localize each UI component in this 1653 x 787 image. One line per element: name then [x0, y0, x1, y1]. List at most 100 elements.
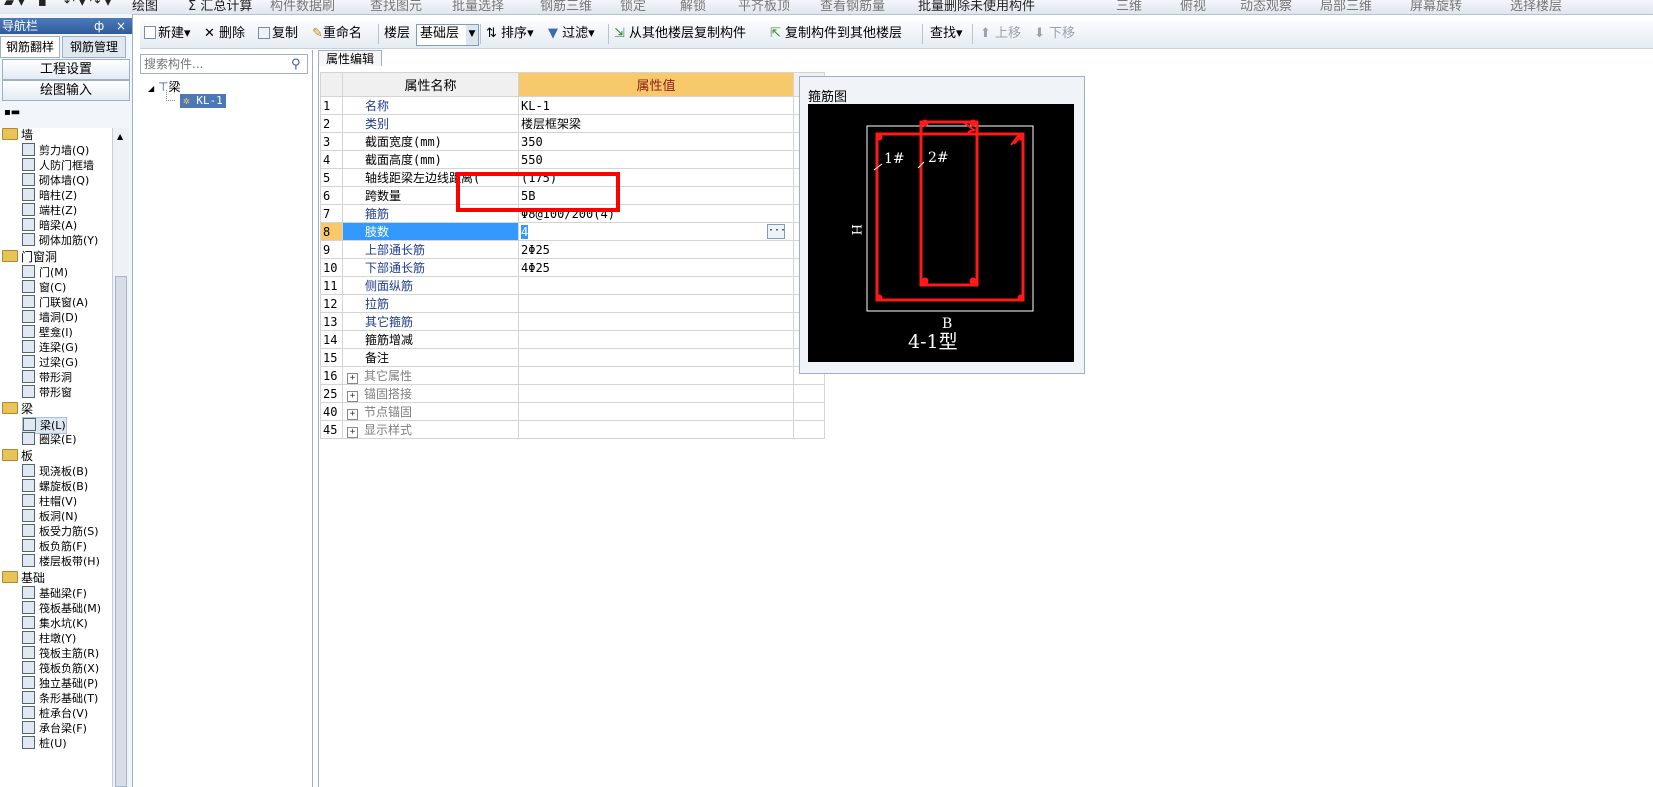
- property-value[interactable]: 4 ···: [518, 222, 794, 241]
- property-row[interactable]: 16 + 其它属性: [320, 366, 825, 385]
- find-element-button[interactable]: 查找图元: [370, 0, 422, 14]
- nav-item[interactable]: 楼层板带(H): [22, 554, 100, 569]
- nav-item[interactable]: 带形窗: [22, 385, 72, 400]
- nav-item[interactable]: 暗柱(Z): [22, 188, 77, 203]
- pin-icon[interactable]: ф: [94, 18, 104, 34]
- expand-icon[interactable]: +: [347, 373, 358, 384]
- view-rebar-qty-button[interactable]: 查看钢筋量: [820, 0, 885, 14]
- nav-category[interactable]: 板: [2, 449, 33, 464]
- property-value[interactable]: [518, 312, 794, 331]
- local-3d-button[interactable]: 局部三维: [1320, 0, 1372, 14]
- nav-item[interactable]: 过梁(G): [22, 355, 78, 370]
- lock-button[interactable]: 锁定: [620, 0, 646, 14]
- align-slab-top-button[interactable]: 平齐板顶: [738, 0, 790, 14]
- file-open-icon[interactable]: ▰ ▾: [4, 0, 25, 10]
- search-icon[interactable]: ⚲: [291, 57, 301, 72]
- sort-button[interactable]: ⇅ 排序▾: [486, 25, 534, 43]
- nav-item[interactable]: 筏板负筋(X): [22, 661, 99, 676]
- nav-category[interactable]: 墙: [2, 128, 33, 143]
- tree-toggle-icon[interactable]: ▪▬: [4, 108, 24, 118]
- property-row[interactable]: 12 拉筋: [320, 294, 825, 313]
- nav-item[interactable]: 柱墩(Y): [22, 631, 76, 646]
- draw-input-button[interactable]: 绘图输入: [2, 80, 130, 101]
- nav-item[interactable]: 端柱(Z): [22, 203, 77, 218]
- property-value[interactable]: 550: [518, 150, 794, 169]
- copy-from-floor-button[interactable]: ⇲ 从其他楼层复制构件: [614, 25, 746, 43]
- nav-category[interactable]: 门窗洞: [2, 250, 57, 265]
- project-settings-button[interactable]: 工程设置: [2, 59, 130, 80]
- property-value[interactable]: 350: [518, 132, 794, 151]
- copy-to-floor-button[interactable]: ⇱ 复制构件到其他楼层: [770, 25, 902, 43]
- property-row[interactable]: 13 其它箍筋: [320, 312, 825, 331]
- property-row[interactable]: 40 + 节点锚固: [320, 402, 825, 421]
- tab-rebar-layout[interactable]: 钢筋翻样: [0, 36, 60, 58]
- property-row[interactable]: 8 肢数 4 ···: [320, 222, 825, 241]
- view-3d-select[interactable]: 三维: [1116, 0, 1142, 14]
- top-view-button[interactable]: 俯视: [1180, 0, 1206, 14]
- nav-item[interactable]: 砌体加筋(Y): [22, 233, 98, 248]
- property-row[interactable]: 11 侧面纵筋: [320, 276, 825, 295]
- scroll-thumb[interactable]: [115, 276, 127, 787]
- property-row[interactable]: 1 名称 KL-1: [320, 96, 825, 115]
- tree-node-kl1[interactable]: ✲ KL-1: [180, 94, 226, 108]
- undo-icon[interactable]: ↶ ▾ ↷ ▾: [64, 0, 111, 10]
- nav-item[interactable]: 板受力筋(S): [22, 524, 99, 539]
- nav-item[interactable]: 板负筋(F): [22, 539, 87, 554]
- ellipsis-button[interactable]: ···: [767, 224, 786, 239]
- unlock-button[interactable]: 解锁: [680, 0, 706, 14]
- select-floor-button[interactable]: 选择楼层: [1510, 0, 1562, 14]
- find-button[interactable]: 查找▾: [930, 25, 963, 43]
- move-up-button[interactable]: ⬆ 上移: [980, 25, 1021, 43]
- nav-item[interactable]: 桩承台(V): [22, 706, 88, 721]
- expand-icon[interactable]: +: [347, 409, 358, 420]
- rename-button[interactable]: ✎重命名: [312, 25, 362, 43]
- property-value[interactable]: KL-1: [518, 96, 794, 115]
- property-value[interactable]: [518, 276, 794, 295]
- draw-button[interactable]: 绘图: [132, 0, 158, 14]
- property-row[interactable]: 9 上部通长筋 2Φ25: [320, 240, 825, 259]
- property-value[interactable]: 2Φ25: [518, 240, 794, 259]
- nav-item[interactable]: 带形洞: [22, 370, 72, 385]
- nav-item[interactable]: 砌体墙(Q): [22, 173, 89, 188]
- nav-item[interactable]: 墙洞(D): [22, 310, 78, 325]
- property-value[interactable]: [518, 294, 794, 313]
- property-value[interactable]: [518, 402, 794, 421]
- nav-item[interactable]: 圈梁(E): [22, 432, 77, 447]
- nav-item[interactable]: 门联窗(A): [22, 295, 88, 310]
- nav-item[interactable]: 独立基础(P): [22, 676, 98, 691]
- nav-item[interactable]: 剪力墙(Q): [22, 143, 89, 158]
- property-value[interactable]: [518, 384, 794, 403]
- nav-item[interactable]: 连梁(G): [22, 340, 78, 355]
- property-value[interactable]: [518, 330, 794, 349]
- batch-delete-unused-button[interactable]: 批量删除未使用构件: [918, 0, 1035, 14]
- nav-item[interactable]: 门(M): [22, 265, 68, 280]
- nav-item[interactable]: 现浇板(B): [22, 464, 88, 479]
- nav-item[interactable]: 承台梁(F): [22, 721, 87, 736]
- nav-item[interactable]: 窗(C): [22, 280, 66, 295]
- property-row[interactable]: 2 类别 楼层框架梁: [320, 114, 825, 133]
- batch-select-button[interactable]: 批量选择: [452, 0, 504, 14]
- expand-icon[interactable]: +: [347, 427, 358, 438]
- dynamic-orbit-button[interactable]: 动态观察: [1240, 0, 1292, 14]
- tab-property-editor[interactable]: 属性编辑: [318, 50, 382, 67]
- property-row[interactable]: 14 箍筋增减: [320, 330, 825, 349]
- nav-item[interactable]: 壁龛(I): [22, 325, 73, 340]
- move-down-button[interactable]: ⬇ 下移: [1034, 25, 1075, 43]
- nav-item[interactable]: 螺旋板(B): [22, 479, 88, 494]
- property-row[interactable]: 25 + 锚固搭接: [320, 384, 825, 403]
- rebar-3d-button[interactable]: 钢筋三维: [540, 0, 592, 14]
- copy-button[interactable]: 复制: [258, 25, 298, 43]
- property-row[interactable]: 15 备注: [320, 348, 825, 367]
- property-value[interactable]: 楼层框架梁: [518, 114, 794, 133]
- nav-item[interactable]: 筏板主筋(R): [22, 646, 99, 661]
- property-value[interactable]: [518, 348, 794, 367]
- screen-rotate-button[interactable]: 屏幕旋转: [1410, 0, 1462, 14]
- format-brush-button[interactable]: 构件数据刷: [270, 0, 335, 14]
- search-input[interactable]: [140, 54, 308, 74]
- filter-button[interactable]: ▼ 过滤▾: [548, 25, 595, 43]
- property-value[interactable]: [518, 366, 794, 385]
- nav-item[interactable]: 桩(U): [22, 736, 67, 751]
- delete-button[interactable]: ✕ 删除: [204, 25, 245, 43]
- nav-category[interactable]: 基础: [2, 571, 45, 586]
- save-icon[interactable]: ▪: [38, 0, 47, 10]
